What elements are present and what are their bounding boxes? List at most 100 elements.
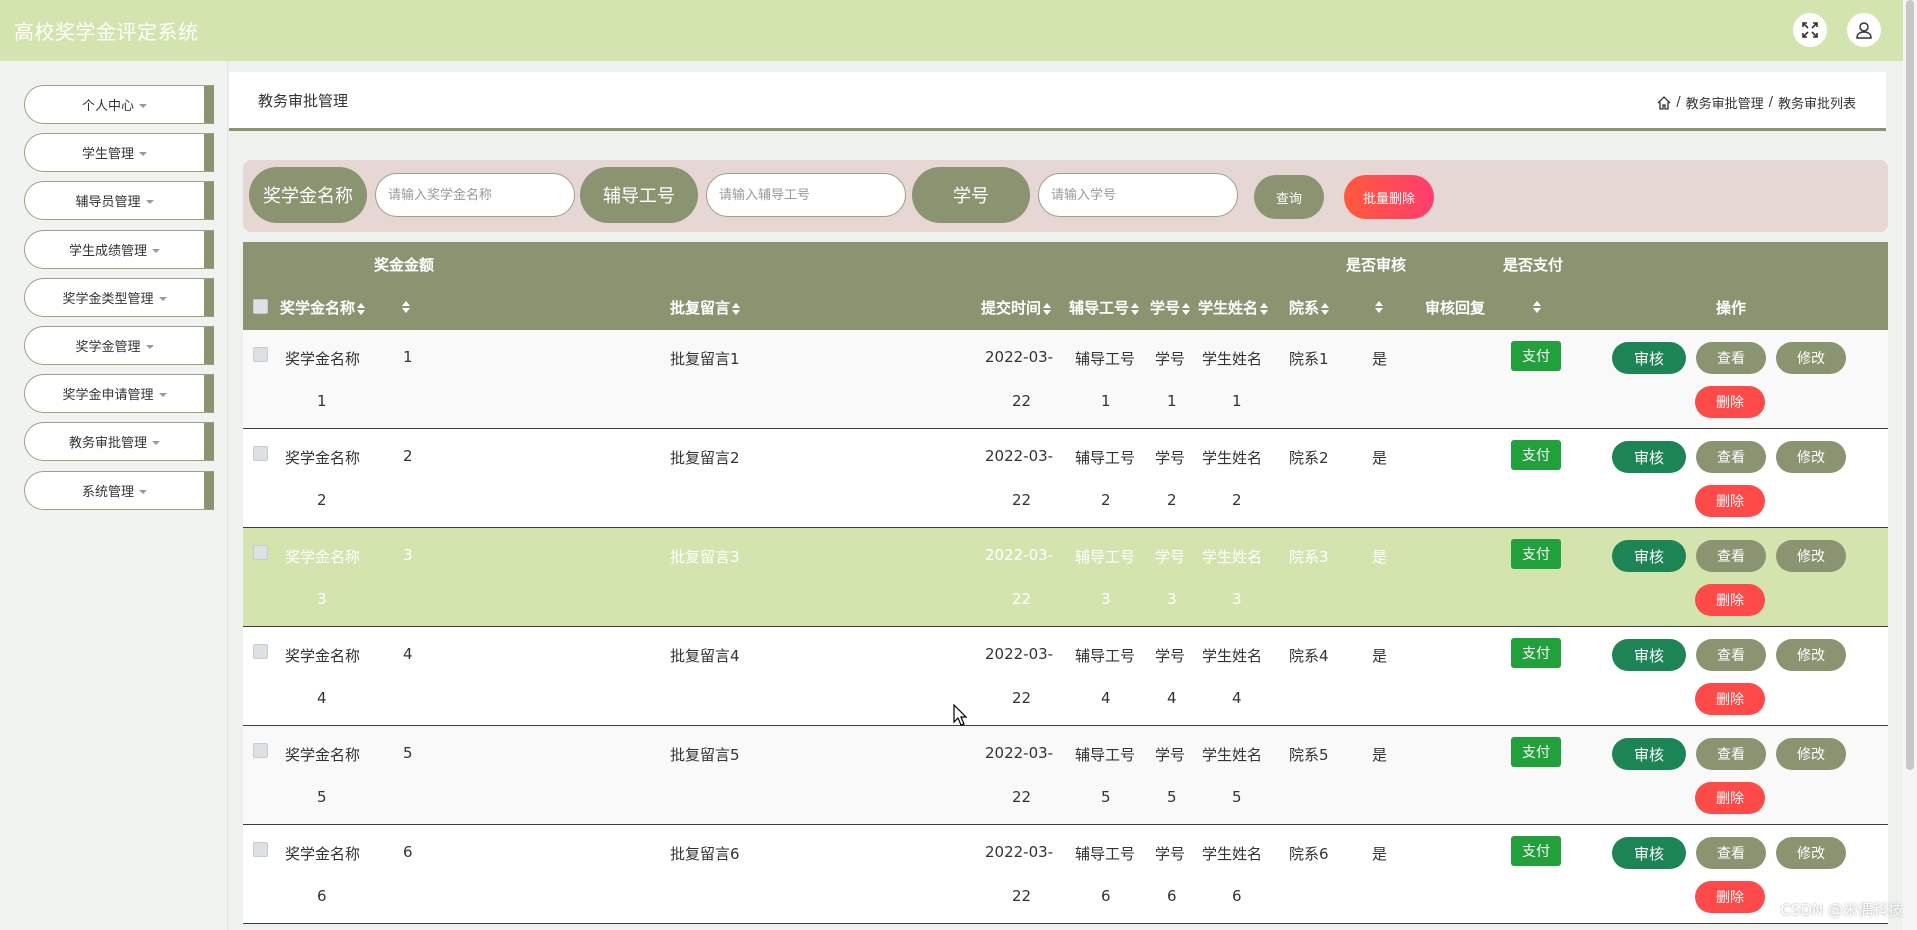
row-checkbox[interactable]	[253, 347, 268, 362]
bulk-delete-button[interactable]: 批量删除	[1344, 175, 1434, 219]
student-no-input[interactable]	[1038, 173, 1238, 217]
delete-button[interactable]: 删除	[1695, 683, 1765, 715]
scholarship-name-input[interactable]	[375, 173, 575, 217]
select-all-checkbox[interactable]	[253, 299, 268, 314]
cell-student-no-suffix: 1	[1167, 392, 1177, 410]
user-button[interactable]	[1847, 13, 1881, 47]
header-is-audit: 是否审核	[1346, 256, 1407, 274]
tutor-no-input[interactable]	[706, 173, 906, 217]
header-is-paid-sort[interactable]	[1531, 297, 1541, 315]
scholarship-name-label: 奖学金名称	[249, 167, 367, 223]
cell-tutor-no: 辅导工号	[1075, 350, 1136, 368]
sidebar-item-application-management[interactable]: 奖学金申请管理	[24, 374, 214, 413]
header-student-name[interactable]: 学生姓名	[1198, 297, 1269, 318]
audit-button[interactable]: 审核	[1612, 540, 1686, 572]
sidebar-item-academic-approval[interactable]: 教务审批管理	[24, 422, 214, 461]
cell-submit-time: 2022-03-	[985, 744, 1054, 762]
cell-submit-time-day: 22	[1012, 491, 1032, 509]
sidebar-item-label: 奖学金类型管理	[62, 292, 154, 307]
audit-button[interactable]: 审核	[1612, 738, 1686, 770]
delete-button[interactable]: 删除	[1695, 485, 1765, 517]
sidebar-item-scholarship-management[interactable]: 奖学金管理	[24, 326, 214, 365]
sidebar-item-counselor-management[interactable]: 辅导员管理	[24, 181, 214, 220]
sidebar-item-label: 奖学金申请管理	[62, 388, 154, 403]
header-student-no[interactable]: 学号	[1150, 297, 1191, 318]
view-button[interactable]: 查看	[1696, 738, 1766, 770]
cell-dept: 院系1	[1289, 350, 1329, 368]
fullscreen-button[interactable]	[1793, 13, 1827, 47]
header-dept-text: 院系	[1289, 299, 1320, 317]
cell-amount: 1	[403, 348, 413, 366]
cell-submit-time-day: 22	[1012, 590, 1032, 608]
delete-button[interactable]: 删除	[1695, 881, 1765, 913]
pay-button[interactable]: 支付	[1511, 737, 1561, 767]
pay-button[interactable]: 支付	[1511, 539, 1561, 569]
view-button[interactable]: 查看	[1696, 342, 1766, 374]
audit-button[interactable]: 审核	[1612, 441, 1686, 473]
header-submit-time[interactable]: 提交时间	[981, 297, 1052, 318]
cell-student-name: 学生姓名	[1202, 746, 1263, 764]
edit-button[interactable]: 修改	[1776, 540, 1846, 572]
edit-button[interactable]: 修改	[1776, 639, 1846, 671]
audit-button[interactable]: 审核	[1612, 342, 1686, 374]
sidebar-item-personal-center[interactable]: 个人中心	[24, 85, 214, 124]
view-button[interactable]: 查看	[1696, 639, 1766, 671]
sidebar-item-system-management[interactable]: 系统管理	[24, 471, 214, 510]
delete-button[interactable]: 删除	[1695, 584, 1765, 616]
delete-button[interactable]: 删除	[1695, 782, 1765, 814]
edit-button[interactable]: 修改	[1776, 837, 1846, 869]
cell-tutor-no: 辅导工号	[1075, 548, 1136, 566]
pay-button[interactable]: 支付	[1511, 341, 1561, 371]
row-checkbox[interactable]	[253, 446, 268, 461]
audit-button[interactable]: 审核	[1612, 639, 1686, 671]
approval-table: 奖金金额 是否审核 是否支付 奖学金名称 批复留言 提交时间 辅导工号 学号 学…	[243, 242, 1888, 930]
view-button[interactable]: 查看	[1696, 441, 1766, 473]
top-bar: 高校奖学金评定系统	[0, 0, 1917, 61]
cell-submit-time: 2022-03-	[985, 447, 1054, 465]
edit-button[interactable]: 修改	[1776, 738, 1846, 770]
header-is-audit-sort[interactable]	[1373, 297, 1383, 315]
row-checkbox[interactable]	[253, 644, 268, 659]
header-dept[interactable]: 院系	[1289, 297, 1330, 318]
cell-name: 奖学金名称	[285, 746, 361, 764]
pay-button[interactable]: 支付	[1511, 836, 1561, 866]
sort-icon	[1375, 300, 1383, 313]
pay-button[interactable]: 支付	[1511, 440, 1561, 470]
expand-icon	[1802, 22, 1818, 38]
sidebar-item-scholarship-type-management[interactable]: 奖学金类型管理	[24, 278, 214, 317]
header-reply[interactable]: 批复留言	[670, 297, 741, 318]
sidebar-item-grade-management[interactable]: 学生成绩管理	[24, 230, 214, 269]
edit-button[interactable]: 修改	[1776, 342, 1846, 374]
sidebar-item-label: 个人中心	[81, 99, 134, 114]
cell-student-name: 学生姓名	[1202, 647, 1263, 665]
home-icon[interactable]	[1657, 95, 1671, 110]
cell-dept: 院系2	[1289, 449, 1329, 467]
cell-student-name-suffix: 6	[1232, 887, 1242, 905]
header-amount-sort[interactable]	[400, 297, 410, 315]
sidebar-item-student-management[interactable]: 学生管理	[24, 133, 214, 172]
scrollbar-thumb[interactable]	[1906, 0, 1914, 770]
cell-student-no: 学号	[1155, 548, 1186, 566]
cell-amount: 4	[403, 645, 413, 663]
breadcrumb-level1[interactable]: 教务审批管理	[1686, 93, 1764, 112]
cell-tutor-no-suffix: 2	[1101, 491, 1111, 509]
audit-button[interactable]: 审核	[1612, 837, 1686, 869]
sidebar-item-label: 辅导员管理	[75, 195, 141, 210]
watermark: CSDN @米偶科技	[1780, 901, 1903, 919]
cell-submit-time: 2022-03-	[985, 843, 1054, 861]
row-checkbox[interactable]	[253, 743, 268, 758]
student-no-label: 学号	[912, 167, 1030, 223]
row-checkbox[interactable]	[253, 842, 268, 857]
view-button[interactable]: 查看	[1696, 540, 1766, 572]
edit-button[interactable]: 修改	[1776, 441, 1846, 473]
row-checkbox[interactable]	[253, 545, 268, 560]
pay-button[interactable]: 支付	[1511, 638, 1561, 668]
query-button[interactable]: 查询	[1254, 175, 1324, 219]
header-tutor-no[interactable]: 辅导工号	[1069, 297, 1140, 318]
view-button[interactable]: 查看	[1696, 837, 1766, 869]
cell-name: 奖学金名称	[285, 449, 361, 467]
header-name[interactable]: 奖学金名称	[280, 297, 366, 318]
page-scrollbar[interactable]	[1903, 0, 1917, 930]
delete-button[interactable]: 删除	[1695, 386, 1765, 418]
cell-student-no-suffix: 6	[1167, 887, 1177, 905]
